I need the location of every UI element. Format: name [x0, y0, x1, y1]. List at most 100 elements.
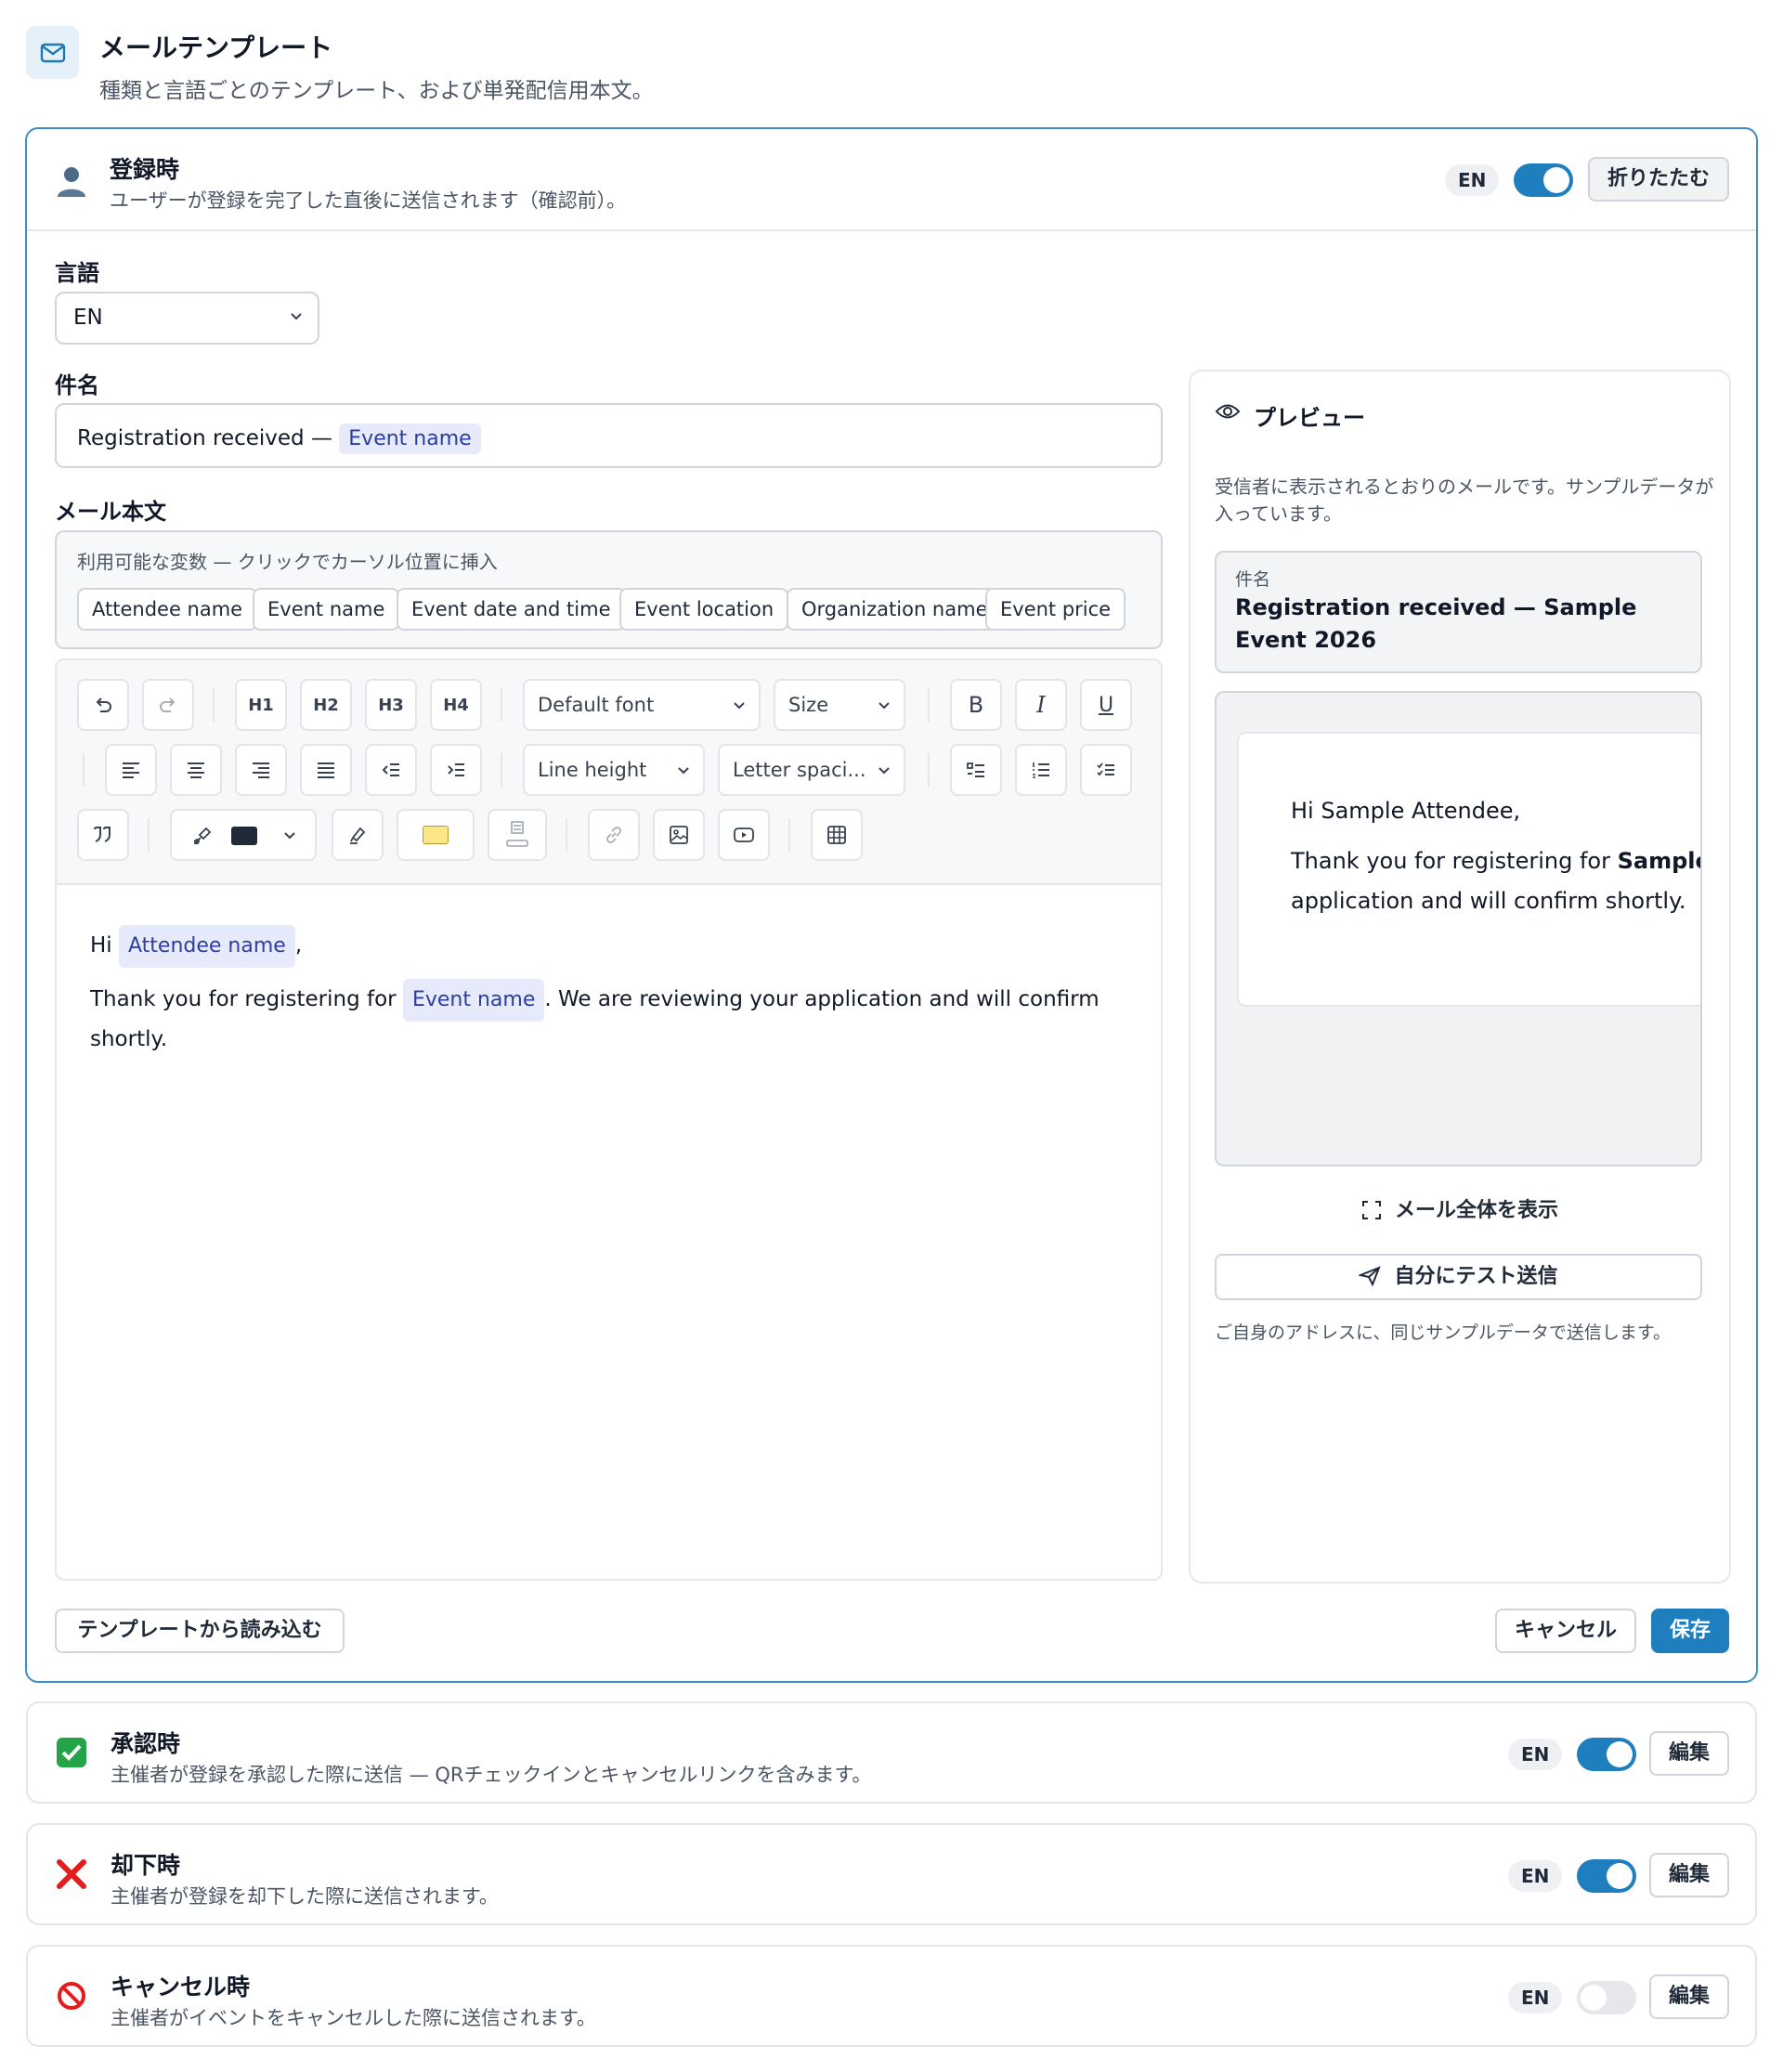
outdent-icon[interactable] [365, 744, 417, 796]
preview-title: プレビュー [1254, 405, 1365, 431]
variables-panel: 利用可能な変数 — クリックでカーソル位置に挿入 Attendee name E… [55, 530, 1163, 649]
template-card-header: 登録時 ユーザーが登録を完了した直後に送信されます（確認前）。 EN 折りたたむ [27, 129, 1756, 231]
redo-icon[interactable] [142, 679, 194, 731]
preview-subject: 件名 Registration received — Sample Event … [1215, 551, 1702, 673]
paint-brush-icon [193, 827, 212, 845]
template-title: キャンセル時 [111, 1974, 251, 2000]
variable-chip-organization-name[interactable]: Organization name [787, 588, 1003, 631]
test-send-note: ご自身のアドレスに、同じサンプルデータで送信します。 [1215, 1323, 1671, 1343]
highlight-color-picker[interactable] [397, 809, 475, 861]
highlighter-icon[interactable] [332, 809, 384, 861]
cancel-button[interactable]: キャンセル [1495, 1609, 1636, 1653]
test-send-button[interactable]: 自分にテスト送信 [1215, 1254, 1702, 1300]
editor-paragraph-body: Thank you for registering for Event name… [90, 979, 1130, 1057]
variable-chip-event-price[interactable]: Event price [985, 588, 1126, 631]
enable-toggle[interactable] [1514, 163, 1573, 197]
letter-spacing-value: Letter spaci... [733, 759, 866, 781]
table-icon[interactable] [811, 809, 863, 861]
template-title: 却下時 [111, 1852, 181, 1879]
edit-button[interactable]: 編集 [1649, 1853, 1729, 1897]
ordered-list-icon[interactable] [1015, 744, 1067, 796]
template-card-approved: 承認時 主催者が登録を承認した際に送信 — QRチェックインとキャンセルリンクを… [26, 1701, 1757, 1804]
template-card-registration: 登録時 ユーザーが登録を完了した直後に送信されます（確認前）。 EN 折りたたむ… [25, 127, 1758, 1683]
align-justify-icon[interactable] [300, 744, 352, 796]
send-icon [1358, 1266, 1382, 1287]
preview-subject-label: 件名 [1235, 569, 1271, 590]
language-badge: EN [1508, 1739, 1563, 1770]
mail-icon [26, 26, 79, 79]
show-full-mail-button[interactable]: メール全体を表示 [1191, 1193, 1729, 1223]
enable-toggle[interactable] [1577, 1738, 1636, 1771]
rich-text-editor: H1 H2 H3 H4 Default font Size B I U Line… [55, 658, 1163, 1581]
heading-4-button[interactable]: H4 [430, 679, 482, 731]
blockquote-icon[interactable] [77, 809, 129, 861]
subject-input[interactable]: Registration received — Event name [55, 403, 1163, 468]
font-family-value: Default font [538, 694, 655, 716]
template-title: 承認時 [111, 1730, 181, 1757]
editor-content[interactable]: Hi Attendee name, Thank you for register… [90, 925, 1130, 1057]
chevron-down-icon [878, 767, 890, 775]
preview-line-2: application and will confirm shortly. [1291, 888, 1686, 914]
italic-icon[interactable]: I [1015, 679, 1067, 731]
font-size-select[interactable]: Size [774, 679, 905, 731]
undo-icon[interactable] [77, 679, 129, 731]
template-title: 登録時 [110, 156, 180, 183]
preview-line-1-bold: Sample [1617, 848, 1702, 874]
collapse-button[interactable]: 折りたたむ [1588, 157, 1729, 202]
checklist-icon[interactable] [1080, 744, 1132, 796]
video-icon[interactable] [718, 809, 770, 861]
align-center-icon[interactable] [170, 744, 222, 796]
preview-mail-frame[interactable]: Hi Sample Attendee, Thank you for regist… [1215, 691, 1702, 1166]
language-select[interactable]: EN [55, 292, 319, 345]
underline-icon[interactable]: U [1080, 679, 1132, 731]
language-badge: EN [1508, 1860, 1563, 1892]
heading-2-button[interactable]: H2 [300, 679, 352, 731]
variable-chip-event-date[interactable]: Event date and time [397, 588, 626, 631]
chevron-down-icon [291, 313, 302, 320]
line-height-select[interactable]: Line height [523, 744, 705, 796]
indent-icon[interactable] [430, 744, 482, 796]
template-description: 主催者が登録を却下した際に送信されます。 [111, 1885, 499, 1908]
link-icon[interactable] [588, 809, 640, 861]
subject-text: Registration received — [77, 426, 332, 450]
language-badge: EN [1508, 1982, 1563, 2013]
prohibited-icon [54, 1978, 89, 2013]
variable-token-attendee-name[interactable]: Attendee name [119, 925, 295, 968]
preview-mail-body: Hi Sample Attendee, Thank you for regist… [1237, 732, 1702, 1007]
align-right-icon[interactable] [235, 744, 287, 796]
template-card-cancelled: キャンセル時 主催者がイベントをキャンセルした際に送信されます。 EN 編集 [26, 1945, 1757, 2047]
heading-1-button[interactable]: H1 [235, 679, 287, 731]
heading-3-button[interactable]: H3 [365, 679, 417, 731]
save-button[interactable]: 保存 [1651, 1609, 1729, 1653]
template-description: 主催者がイベントをキャンセルした際に送信されます。 [111, 2007, 596, 2029]
template-card-rejected: 却下時 主催者が登録を却下した際に送信されます。 EN 編集 [26, 1823, 1757, 1925]
text-color-picker[interactable] [170, 809, 317, 861]
page-title: メールテンプレート [99, 33, 333, 63]
expand-icon [1361, 1201, 1381, 1219]
letter-spacing-select[interactable]: Letter spaci... [718, 744, 905, 796]
template-description: 主催者が登録を承認した際に送信 — QRチェックインとキャンセルリンクを含みます… [111, 1764, 872, 1786]
enable-toggle[interactable] [1577, 1981, 1636, 2014]
highlight-color-swatch [423, 826, 449, 844]
background-block-icon[interactable] [488, 809, 547, 861]
align-left-icon[interactable] [105, 744, 157, 796]
bold-icon[interactable]: B [950, 679, 1002, 731]
edit-button[interactable]: 編集 [1649, 1974, 1729, 2019]
language-badge: EN [1445, 164, 1500, 196]
bullet-list-icon[interactable] [950, 744, 1002, 796]
variable-chip-event-location[interactable]: Event location [619, 588, 789, 631]
image-icon[interactable] [653, 809, 705, 861]
subject-variable-token[interactable]: Event name [339, 424, 481, 454]
enable-toggle[interactable] [1577, 1859, 1636, 1893]
variables-hint: 利用可能な変数 — クリックでカーソル位置に挿入 [77, 551, 498, 573]
body-label: メール本文 [55, 499, 166, 525]
variable-chip-attendee-name[interactable]: Attendee name [77, 588, 258, 631]
eye-icon [1215, 404, 1241, 419]
variable-chip-event-name[interactable]: Event name [253, 588, 400, 631]
edit-button[interactable]: 編集 [1649, 1731, 1729, 1776]
variable-token-event-name[interactable]: Event name [402, 979, 545, 1022]
subject-label: 件名 [55, 372, 99, 398]
load-template-button[interactable]: テンプレートから読み込む [55, 1609, 345, 1653]
font-family-select[interactable]: Default font [523, 679, 761, 731]
preview-line-1: Thank you for registering for [1291, 848, 1610, 874]
